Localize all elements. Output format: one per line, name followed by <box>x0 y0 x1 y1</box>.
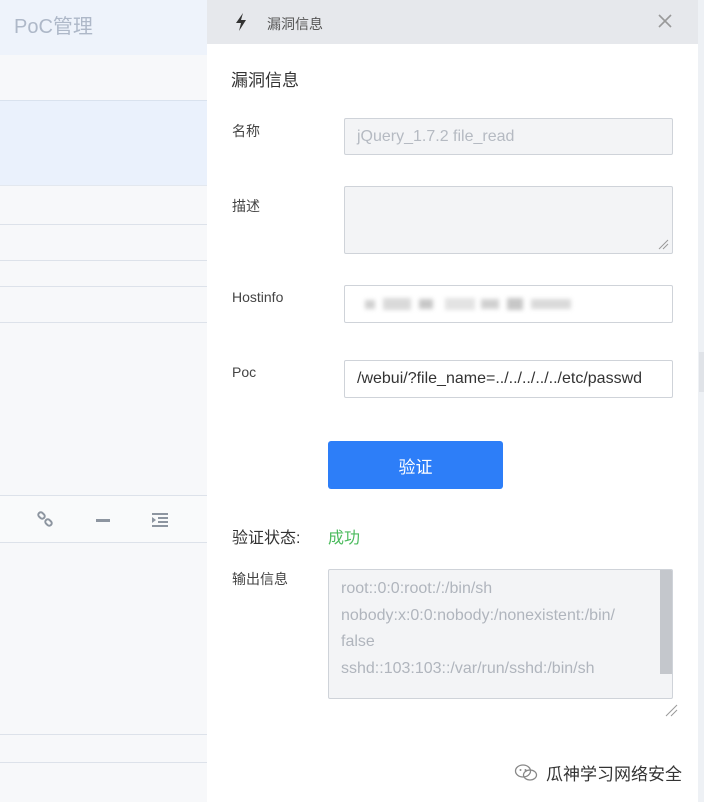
name-field: jQuery_1.7.2 file_read <box>344 118 673 155</box>
status-value: 成功 <box>328 530 361 547</box>
output-textarea[interactable]: root::0:0:root:/:/bin/sh nobody:x:0:0:no… <box>328 569 673 699</box>
output-line: sshd::103:103::/var/run/sshd:/bin/sh <box>341 659 595 677</box>
description-field <box>344 186 673 254</box>
hostinfo-label: Hostinfo <box>232 289 284 305</box>
editor-toolbar <box>0 495 207 543</box>
background-row-divider <box>0 762 207 763</box>
wechat-icon <box>514 763 538 781</box>
lightning-icon <box>236 13 246 31</box>
resize-handle-icon[interactable] <box>657 238 669 250</box>
drawer-header: 漏洞信息 <box>207 0 698 44</box>
background-row-divider <box>0 260 207 261</box>
page-title: PoC管理 <box>14 16 93 38</box>
name-label: 名称 <box>232 123 260 139</box>
poc-field[interactable]: /webui/?file_name=../../../../../etc/pas… <box>344 360 673 398</box>
horizontal-rule-icon[interactable] <box>94 511 112 529</box>
close-icon[interactable] <box>656 12 674 30</box>
section-title: 漏洞信息 <box>231 71 299 90</box>
output-label: 输出信息 <box>232 571 288 587</box>
redacted-hostinfo <box>365 298 571 310</box>
output-line: nobody:x:0:0:nobody:/nonexistent:/bin/ <box>341 606 615 624</box>
output-scrollbar[interactable] <box>660 570 672 674</box>
indent-icon[interactable] <box>151 511 169 529</box>
output-line: root::0:0:root:/:/bin/sh <box>341 580 493 597</box>
poc-label: Poc <box>232 364 257 380</box>
output-text: root::0:0:root:/:/bin/sh nobody:x:0:0:no… <box>341 576 657 682</box>
hostinfo-field[interactable] <box>344 285 673 323</box>
watermark: 瓜神学习网络安全 <box>514 760 682 785</box>
description-label: 描述 <box>232 198 260 214</box>
status-label: 验证状态: <box>232 530 301 547</box>
watermark-text: 瓜神学习网络安全 <box>546 765 682 784</box>
vuln-info-drawer: 漏洞信息 漏洞信息 名称 jQuery_1.7.2 file_read 描述 H… <box>207 0 698 802</box>
verify-button[interactable]: 验证 <box>328 441 503 489</box>
link-icon[interactable] <box>36 511 54 529</box>
output-line: false <box>341 633 375 650</box>
page-scrollbar[interactable] <box>698 0 704 802</box>
background-highlight-row <box>0 100 207 186</box>
background-row-divider <box>0 286 207 287</box>
background-page: PoC管理 <box>0 0 207 802</box>
name-value: jQuery_1.7.2 file_read <box>357 127 515 145</box>
background-row-divider <box>0 224 207 225</box>
background-row-divider <box>0 734 207 735</box>
poc-value: /webui/?file_name=../../../../../etc/pas… <box>357 370 643 387</box>
background-row-divider <box>0 322 207 323</box>
scrollbar-thumb[interactable] <box>699 352 704 392</box>
drawer-title: 漏洞信息 <box>267 16 323 32</box>
resize-handle-icon[interactable] <box>664 703 678 717</box>
